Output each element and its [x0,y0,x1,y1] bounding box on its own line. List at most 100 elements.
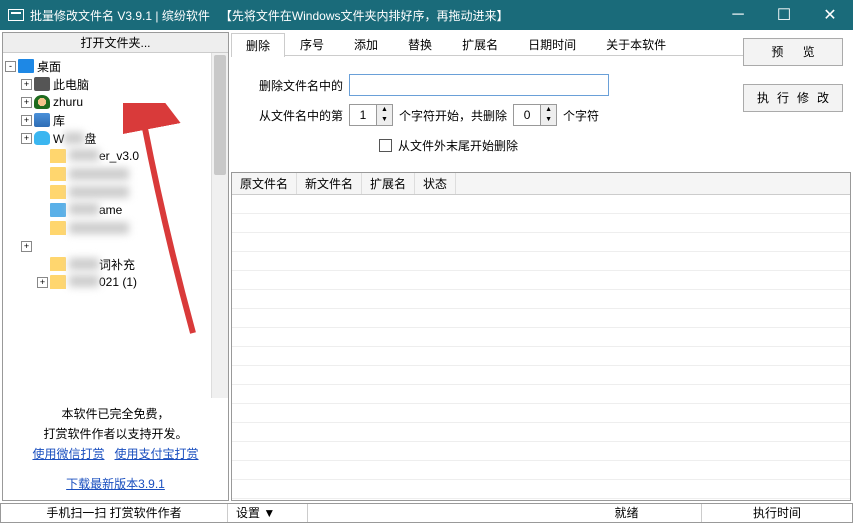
table-row[interactable] [232,328,850,347]
tree-label: 桌面 [37,58,61,75]
delete-form: 删除文件名中的 从文件名中的第 ▲▼ 个字符开始，共删除 ▲▼ 个字符 从文件外… [231,56,743,168]
tree-node[interactable]: - 桌面 [5,57,226,75]
column-header[interactable]: 状态 [415,173,456,194]
window-title: 批量修改文件名 V3.9.1 | 缤纷软件 【先将文件在Windows文件夹内排… [30,7,715,24]
expand-icon[interactable]: + [21,133,32,144]
tree-node[interactable]: er_v3.0 [5,147,226,165]
table-row[interactable] [232,442,850,461]
status-time: 执行时间 [702,504,852,522]
app-icon [8,9,24,21]
tab-0[interactable]: 删除 [231,33,285,57]
folder-icon [50,221,66,235]
tree-label [69,168,129,180]
delete-text-input[interactable] [349,74,609,96]
minimize-button[interactable]: ─ [715,0,761,30]
tree-node[interactable]: + 021 (1) [5,273,226,291]
tab-5[interactable]: 日期时间 [513,32,591,56]
table-row[interactable] [232,290,850,309]
expand-icon[interactable]: + [21,79,32,90]
column-header[interactable]: 新文件名 [297,173,362,194]
promo-area: 本软件已完全免费， 打赏软件作者以支持开发。 使用微信打赏 使用支付宝打赏 下载… [3,398,228,500]
expand-icon[interactable]: + [21,97,32,108]
tree-label [69,186,129,198]
promo-text-1: 本软件已完全免费， [9,404,222,424]
table-row[interactable] [232,461,850,480]
lib-icon [34,113,50,127]
from-char-label-b: 个字符开始，共删除 [399,107,507,124]
folder-icon [50,167,66,181]
table-row[interactable] [232,347,850,366]
tree-node[interactable]: + [5,237,226,255]
close-button[interactable]: ✕ [807,0,853,30]
table-row[interactable] [232,271,850,290]
status-bar: 手机扫一扫 打赏软件作者 设置 ▼ 就绪 执行时间 [0,503,853,523]
tree-node[interactable]: + W 盘 [5,129,226,147]
tree-node[interactable]: + 此电脑 [5,75,226,93]
start-char-spinner[interactable]: ▲▼ [349,104,393,126]
settings-dropdown[interactable]: 设置 ▼ [228,504,308,522]
tree-node[interactable] [5,219,226,237]
tree-label: ame [69,203,122,217]
table-row[interactable] [232,214,850,233]
download-link[interactable]: 下载最新版本3.9.1 [66,477,165,491]
expand-icon[interactable]: + [21,115,32,126]
preview-button[interactable]: 预 览 [743,38,843,66]
tree-label: 此电脑 [53,76,89,93]
tree-node[interactable] [5,183,226,201]
expand-icon[interactable]: + [37,277,48,288]
cloud-icon [34,131,50,145]
tab-1[interactable]: 序号 [285,32,339,56]
wechat-donate-link[interactable]: 使用微信打赏 [32,447,104,461]
table-row[interactable] [232,404,850,423]
user-icon [34,95,50,109]
tree-label: zhuru [53,95,83,109]
apply-button[interactable]: 执行修改 [743,84,843,112]
tree-node[interactable]: ame [5,201,226,219]
tree-scrollbar[interactable] [211,53,228,398]
table-row[interactable] [232,233,850,252]
folder-icon [50,149,66,163]
table-row[interactable] [232,252,850,271]
right-panel: 删除序号添加替换扩展名日期时间关于本软件 删除文件名中的 从文件名中的第 ▲▼ … [231,32,851,501]
pc-icon [34,77,50,91]
folder-icon [50,257,66,271]
column-header[interactable]: 扩展名 [362,173,415,194]
expand-icon[interactable]: + [21,241,32,252]
status-scan-tip: 手机扫一扫 打赏软件作者 [1,504,228,522]
tab-4[interactable]: 扩展名 [447,32,513,56]
tree-node[interactable]: +库 [5,111,226,129]
tab-2[interactable]: 添加 [339,32,393,56]
table-row[interactable] [232,366,850,385]
expand-icon[interactable]: - [5,61,16,72]
from-end-checkbox[interactable] [379,139,392,152]
table-row[interactable] [232,309,850,328]
tab-6[interactable]: 关于本软件 [591,32,681,56]
tree-node[interactable] [5,165,226,183]
tab-bar: 删除序号添加替换扩展名日期时间关于本软件 [231,32,743,56]
table-row[interactable] [232,423,850,442]
count-char-spinner[interactable]: ▲▼ [513,104,557,126]
open-folder-header[interactable]: 打开文件夹... [3,33,228,53]
tree-node[interactable]: 词补充 [5,255,226,273]
file-table[interactable]: 原文件名新文件名扩展名状态 [231,172,851,501]
folder-tree[interactable]: -桌面+此电脑+zhuru+库+W 盘 er_v3.0 ame + 词补充+ 0… [3,53,228,398]
table-row[interactable] [232,195,850,214]
tree-label: W 盘 [53,130,96,147]
promo-text-2: 打赏软件作者以支持开发。 [9,424,222,444]
table-row[interactable] [232,385,850,404]
column-header[interactable]: 原文件名 [232,173,297,194]
desktop-icon [18,59,34,73]
blue-icon [50,203,66,217]
delete-text-label: 删除文件名中的 [259,77,343,94]
table-row[interactable] [232,480,850,499]
folder-icon [50,275,66,289]
folder-icon [50,185,66,199]
alipay-donate-link[interactable]: 使用支付宝打赏 [115,447,199,461]
tree-label: 库 [53,112,65,129]
from-char-label-c: 个字符 [563,107,599,124]
tree-label: er_v3.0 [69,149,139,163]
tab-3[interactable]: 替换 [393,32,447,56]
tree-node[interactable]: + zhuru [5,93,226,111]
tree-label [69,222,129,234]
maximize-button[interactable]: ☐ [761,0,807,30]
